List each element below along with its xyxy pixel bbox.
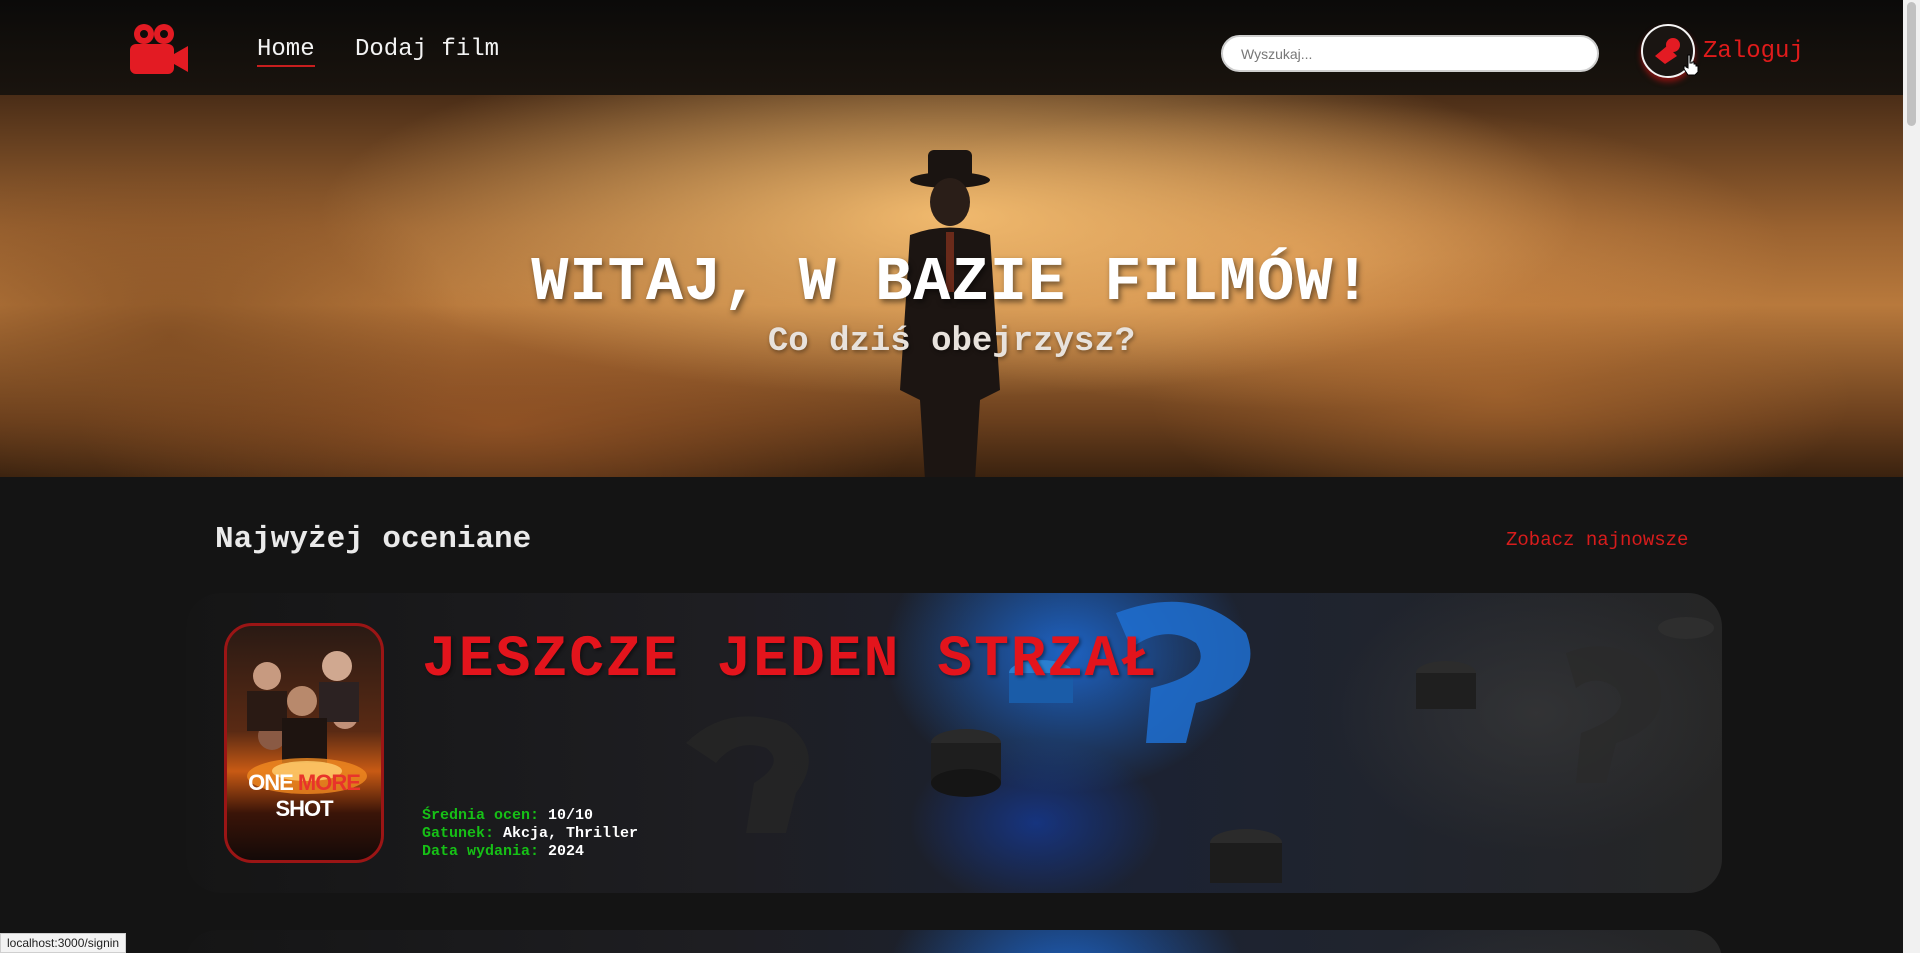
navbar: Home Dodaj film Zaloguj [0,0,1903,95]
rating-value: 10/10 [548,807,594,824]
movie-info: Średnia ocen: 10/10 Gatunek: Akcja, Thri… [422,807,638,861]
page-scrollbar[interactable] [1903,0,1920,953]
nav-home-link[interactable]: Home [257,36,315,67]
poster-title-highlight: MORE [297,770,361,795]
nav-add-movie-link[interactable]: Dodaj film [355,36,499,63]
login-label[interactable]: Zaloguj [1703,38,1804,65]
login-button[interactable]: Zaloguj [1641,23,1804,79]
rating-row: Średnia ocen: 10/10 [422,807,638,825]
movie-camera-icon[interactable] [128,22,190,76]
search-input[interactable] [1221,35,1599,72]
rating-label: Średnia ocen: [422,807,540,824]
hero-subtitle: Co dziś obejrzysz? [767,323,1136,361]
status-bar-url: localhost:3000/signin [0,933,127,953]
section-title: Najwyżej oceniane [215,522,532,557]
movie-card-next[interactable] [186,930,1722,953]
genre-label: Gatunek: [422,825,495,842]
poster-title: ONE MORE SHOT [227,770,381,822]
movie-poster[interactable]: ONE MORE SHOT [224,623,384,863]
poster-cast-image [247,651,367,794]
movie-title[interactable]: JESZCZE JEDEN STRZAŁ [422,628,1158,693]
poster-title-part: ONE [248,770,298,795]
scrollbar-thumb[interactable] [1907,2,1916,126]
genre-value: Akcja, Thriller [503,825,639,842]
movie-card[interactable]: ONE MORE SHOT JESZCZE JEDEN STRZAŁ Średn… [186,593,1722,893]
genre-row: Gatunek: Akcja, Thriller [422,825,638,843]
hero-title: WITAJ, W BAZIE FILMÓW! [531,246,1372,318]
page: Home Dodaj film Zaloguj WITAJ, W BAZIE F… [0,0,1920,953]
release-date-label: Data wydania: [422,843,540,860]
see-newest-link[interactable]: Zobacz najnowsze [1506,529,1688,551]
release-date-value: 2024 [548,843,585,860]
hero-banner: WITAJ, W BAZIE FILMÓW! Co dziś obejrzysz… [0,95,1903,477]
hand-cursor-icon [1683,54,1699,76]
release-date-row: Data wydania: 2024 [422,843,638,861]
poster-title-part: SHOT [275,796,333,821]
